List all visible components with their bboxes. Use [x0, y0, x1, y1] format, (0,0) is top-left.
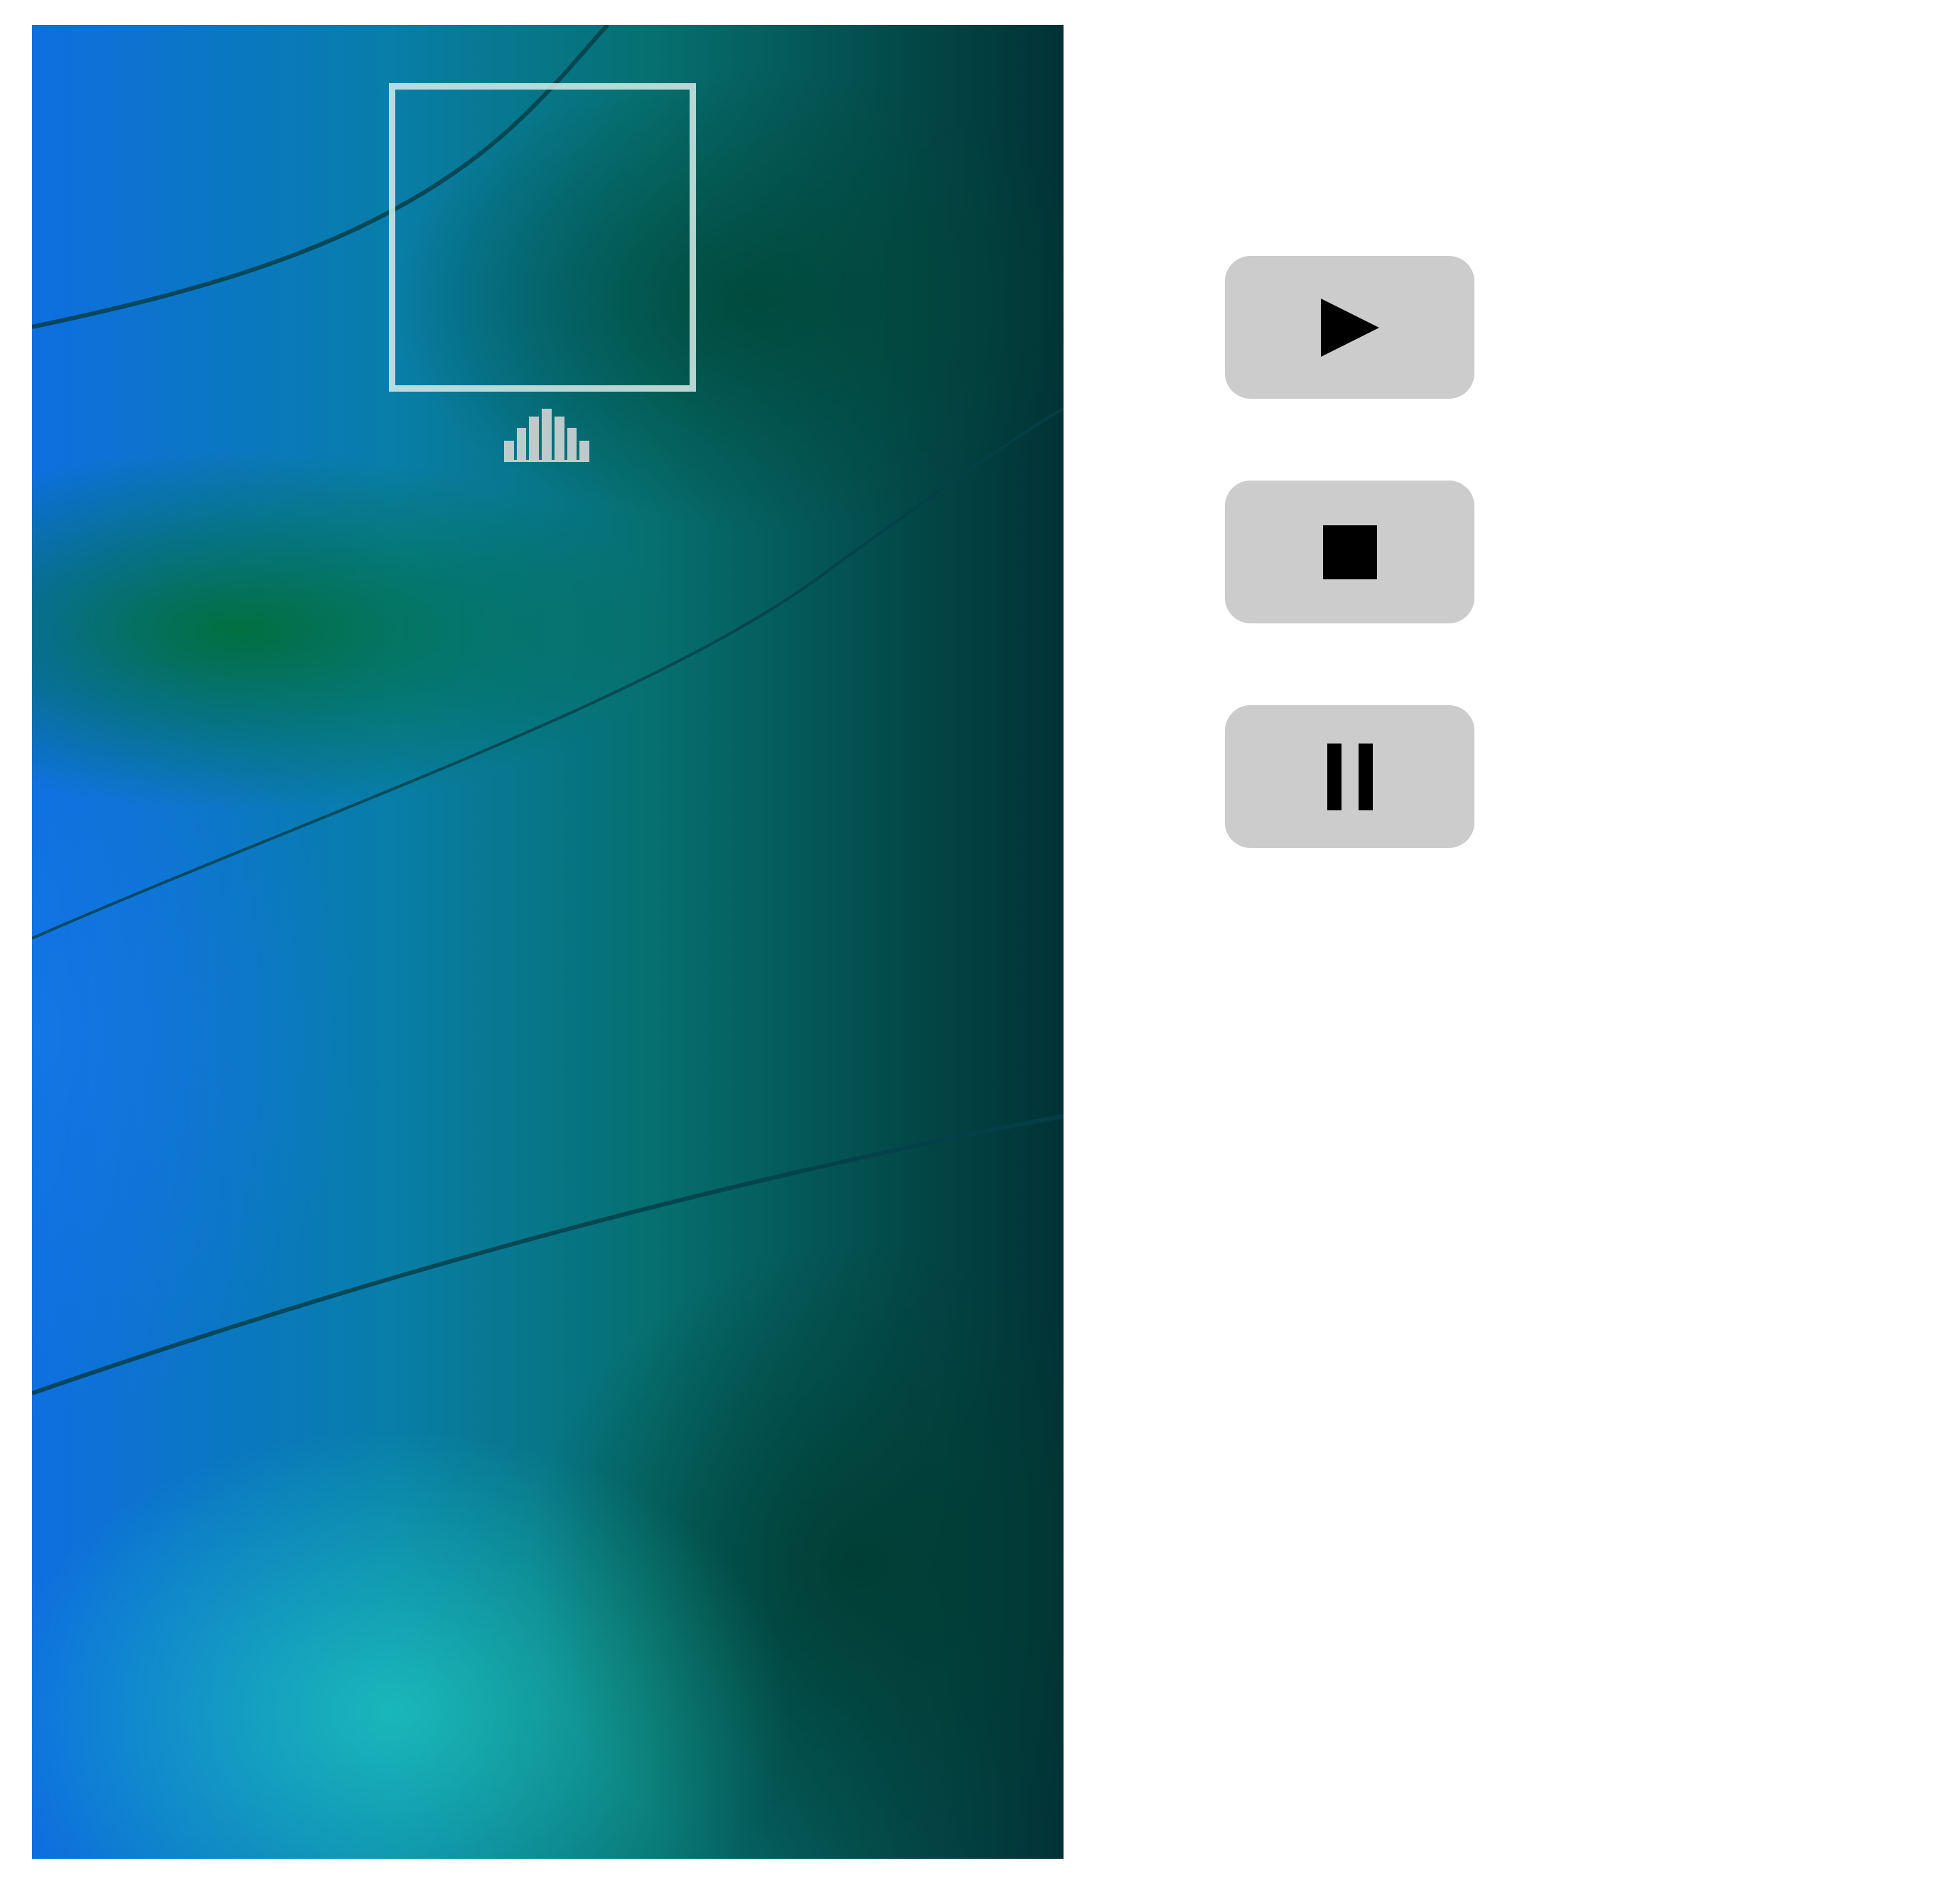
player-display — [32, 25, 1064, 1859]
stop-icon — [1322, 525, 1377, 579]
pause-icon — [1327, 743, 1373, 810]
visualizer-bar — [567, 428, 577, 460]
play-icon — [1320, 298, 1379, 357]
app-stage — [0, 0, 1960, 1878]
album-art-frame — [389, 83, 696, 392]
pause-button[interactable] — [1225, 705, 1474, 848]
visualizer-bar — [529, 416, 540, 460]
stop-button[interactable] — [1225, 481, 1474, 623]
play-button[interactable] — [1225, 256, 1474, 399]
audio-visualizer-icon — [504, 409, 590, 462]
visualizer-bar — [579, 440, 590, 460]
visualizer-bar — [542, 409, 552, 460]
visualizer-bar — [504, 440, 514, 460]
visualizer-bar — [554, 416, 564, 460]
visualizer-bar — [516, 428, 527, 460]
